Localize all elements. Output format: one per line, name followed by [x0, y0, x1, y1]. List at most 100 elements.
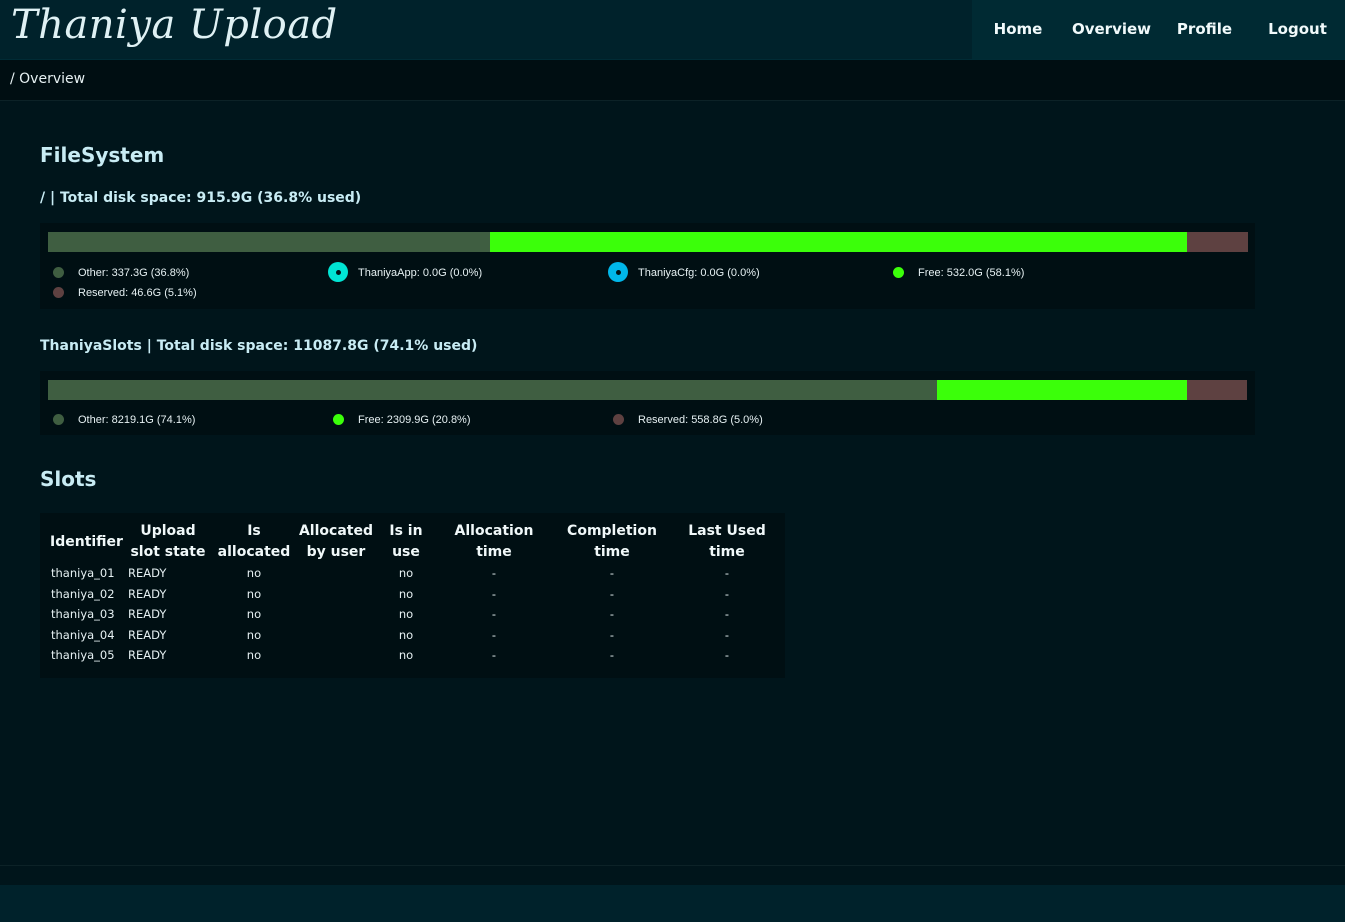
table-cell: no [246, 566, 262, 581]
column-header-identifier: Identifier [50, 533, 123, 550]
table-cell: - [724, 586, 730, 601]
table-cell: no [246, 607, 262, 622]
disk-usage-bar [48, 232, 1248, 252]
table-cell: thaniya_04 [51, 627, 115, 642]
disk-usage-card-root: Other: 337.3G (36.8%) ThaniyaApp: 0.0G (… [40, 223, 1255, 309]
table-cell: - [724, 648, 730, 663]
table-cell: thaniya_01 [51, 566, 115, 581]
table-cell: thaniya_02 [51, 586, 115, 601]
legend-ring-icon [608, 262, 628, 282]
table-cell: - [724, 566, 730, 581]
table-cell: - [491, 566, 497, 581]
table-cell: - [609, 566, 615, 581]
table-cell: READY [127, 566, 167, 581]
table-cell [297, 625, 375, 646]
legend-item-thaniyacfg[interactable]: ThaniyaCfg: 0.0G (0.0%) [608, 262, 760, 282]
column-header-is-in-use: Is in use [389, 523, 423, 560]
disk-usage-bar [48, 380, 1248, 400]
table-cell: - [609, 627, 615, 642]
nav-home-link[interactable]: Home [972, 0, 1064, 59]
table-cell: no [398, 586, 414, 601]
legend-item-other[interactable]: Other: 337.3G (36.8%) [48, 266, 189, 280]
table-cell: - [491, 648, 497, 663]
table-cell: - [724, 607, 730, 622]
legend-item-reserved[interactable]: Reserved: 558.8G (5.0%) [608, 413, 763, 427]
slots-table: Identifier Upload slot state Is allocate… [48, 521, 781, 666]
column-header-completion-time: Completion time [567, 523, 657, 560]
table-cell: no [398, 607, 414, 622]
column-header-allocated-by-user: Allocated by user [298, 523, 373, 560]
legend-item-free[interactable]: Free: 2309.9G (20.8%) [328, 413, 471, 427]
table-cell: no [398, 648, 414, 663]
disk-usage-segment [937, 380, 1187, 400]
legend-dot-icon [893, 267, 904, 278]
legend-label: Free: 532.0G (58.1%) [918, 267, 1025, 279]
footer-divider [0, 865, 1345, 866]
table-row[interactable]: thaniya_01 READY no no - - - [48, 563, 781, 584]
table-cell: thaniya_03 [51, 607, 115, 622]
table-cell: no [246, 586, 262, 601]
legend-item-free[interactable]: Free: 532.0G (58.1%) [888, 266, 1024, 280]
legend-dot-icon [613, 414, 624, 425]
table-cell: READY [127, 648, 167, 663]
table-cell [297, 604, 375, 625]
table-cell [297, 584, 375, 605]
legend-label: Reserved: 46.6G (5.1%) [78, 287, 197, 299]
table-row[interactable]: thaniya_02 READY no no - - - [48, 584, 781, 605]
column-header-allocation-time: Allocation time [454, 523, 534, 560]
table-cell: - [491, 607, 497, 622]
table-cell: no [246, 648, 262, 663]
legend-dot-icon [53, 287, 64, 298]
slots-table-card: Identifier Upload slot state Is allocate… [40, 513, 785, 678]
disk-usage-segment [1186, 380, 1247, 400]
filesystem-heading: FileSystem [40, 143, 165, 167]
nav-profile-link[interactable]: Profile [1159, 0, 1250, 59]
table-cell: READY [127, 627, 167, 642]
legend-item-reserved[interactable]: Reserved: 46.6G (5.1%) [48, 286, 197, 300]
column-header-last-used-time: Last Used time [688, 523, 766, 560]
page-footer [0, 885, 1345, 922]
legend-dot-icon [53, 414, 64, 425]
table-cell: - [724, 627, 730, 642]
table-cell: - [609, 648, 615, 663]
legend-dot-icon [53, 267, 64, 278]
table-row[interactable]: thaniya_04 READY no no - - - [48, 625, 781, 646]
column-header-upload-slot-state: Upload slot state [130, 523, 206, 560]
legend-ring-icon [328, 262, 348, 282]
app-logo-title[interactable]: Thaniya Upload [11, 0, 338, 52]
disk-title-thaniyaslots: ThaniyaSlots | Total disk space: 11087.8… [40, 338, 478, 354]
legend-label: ThaniyaApp: 0.0G (0.0%) [358, 267, 483, 279]
legend-label: Reserved: 558.8G (5.0%) [638, 414, 763, 426]
table-cell: thaniya_05 [51, 648, 115, 663]
legend-label: Other: 337.3G (36.8%) [78, 267, 190, 279]
disk-usage-segment [1186, 232, 1248, 252]
nav-logout-link[interactable]: Logout [1250, 0, 1345, 59]
slots-heading: Slots [40, 467, 97, 491]
table-cell [297, 645, 375, 666]
disk-usage-card-thaniyaslots: Other: 8219.1G (74.1%) Free: 2309.9G (20… [40, 371, 1255, 435]
table-cell: - [491, 586, 497, 601]
legend-label: Free: 2309.9G (20.8%) [358, 414, 471, 426]
table-row[interactable]: thaniya_03 READY no no - - - [48, 604, 781, 625]
table-row[interactable]: thaniya_05 READY no no - - - [48, 645, 781, 666]
table-cell: READY [127, 607, 167, 622]
nav-overview-link[interactable]: Overview [1064, 0, 1159, 59]
disk-usage-segment [48, 380, 938, 400]
table-cell: no [246, 627, 262, 642]
table-cell: READY [127, 586, 167, 601]
table-cell: - [609, 586, 615, 601]
legend-item-other[interactable]: Other: 8219.1G (74.1%) [48, 413, 195, 427]
legend-label: ThaniyaCfg: 0.0G (0.0%) [638, 267, 760, 279]
table-cell: no [398, 627, 414, 642]
main-nav: Home Overview Profile Logout [972, 0, 1345, 59]
top-navbar: Thaniya Upload Home Overview Profile Log… [0, 0, 1345, 60]
breadcrumb: / Overview [10, 71, 86, 87]
legend-dot-icon [333, 414, 344, 425]
table-cell: - [609, 607, 615, 622]
disk-usage-segment [489, 232, 1187, 252]
table-header-row: Identifier Upload slot state Is allocate… [48, 521, 781, 563]
disk-title-root: / | Total disk space: 915.9G (36.8% used… [40, 190, 362, 206]
legend-item-thaniyaapp[interactable]: ThaniyaApp: 0.0G (0.0%) [328, 262, 483, 282]
disk-usage-segment [48, 232, 490, 252]
table-cell: no [398, 566, 414, 581]
